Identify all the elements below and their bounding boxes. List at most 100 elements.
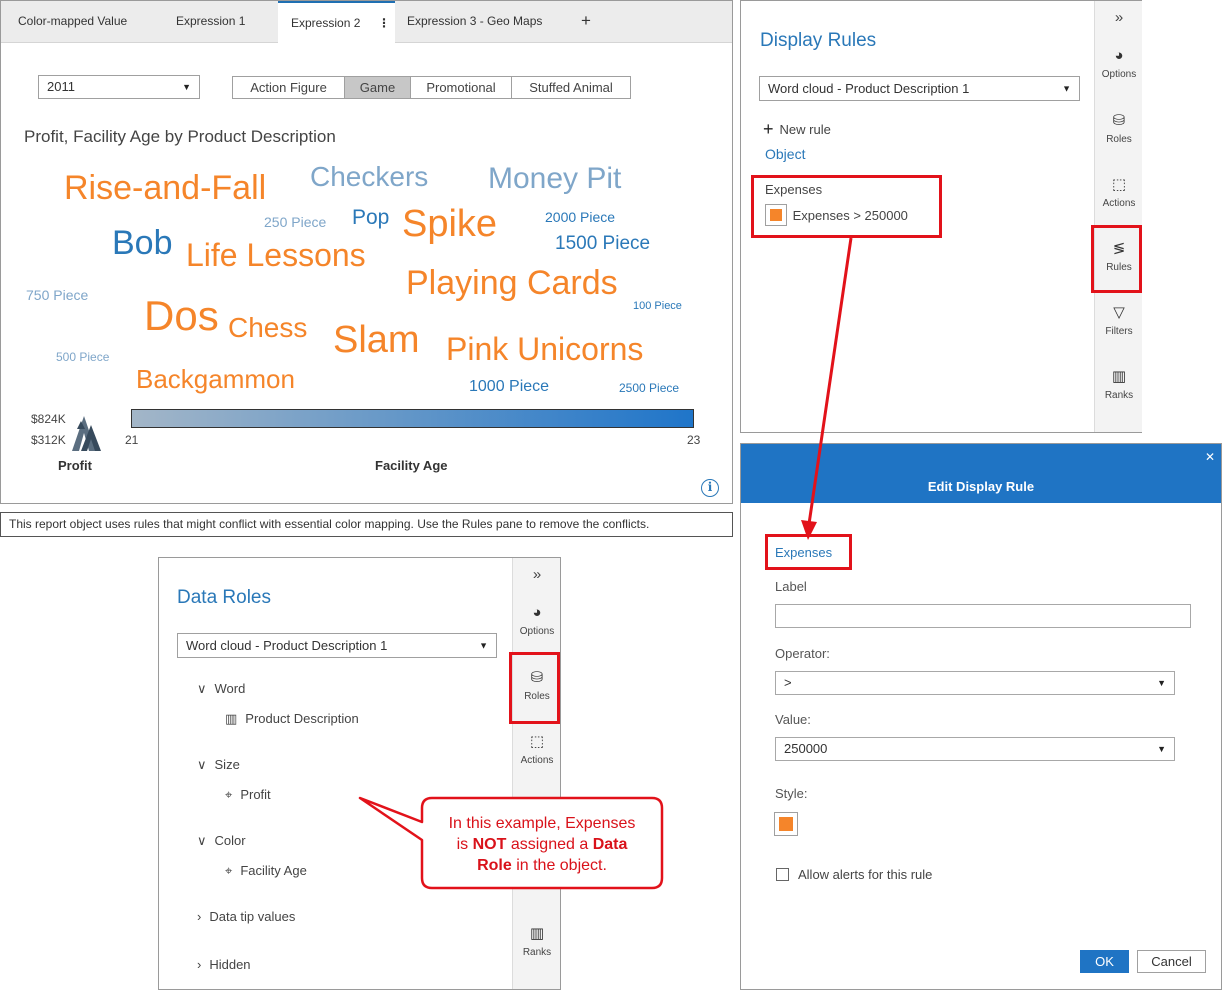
role-group-size[interactable]: ∨ Size xyxy=(197,757,240,773)
word-cloud-item[interactable]: 250 Piece xyxy=(264,215,326,229)
cursor-icon: ⬚ xyxy=(1111,176,1127,193)
sidebar-item-ranks[interactable]: ▥ Ranks xyxy=(513,924,561,958)
word-cloud-item[interactable]: Rise-and-Fall xyxy=(64,171,266,205)
measure-icon: ⌖ xyxy=(225,787,233,802)
sidebar-item-filters[interactable]: ▽ Filters xyxy=(1095,303,1143,337)
tab-label: Expression 2 xyxy=(291,16,361,30)
word-cloud-item[interactable]: 100 Piece xyxy=(633,301,682,312)
sidebar-item-label: Filters xyxy=(1105,326,1133,337)
info-icon[interactable]: i xyxy=(701,479,719,497)
role-group-color[interactable]: ∨ Color xyxy=(197,833,246,849)
tab-expression-3-geo-maps[interactable]: Expression 3 - Geo Maps xyxy=(407,1,542,43)
word-cloud-item[interactable]: 500 Piece xyxy=(56,351,109,363)
cancel-button[interactable]: Cancel xyxy=(1137,950,1206,973)
allow-alerts-checkbox[interactable] xyxy=(776,868,789,881)
role-item-label: Product Description xyxy=(245,711,359,726)
object-select[interactable]: Word cloud - Product Description 1 ▼ xyxy=(759,76,1080,101)
word-cloud-item[interactable]: Pink Unicorns xyxy=(446,333,643,365)
sidebar-item-label: Ranks xyxy=(1104,390,1134,401)
sidebar-item-actions[interactable]: ⬚ Actions xyxy=(1095,175,1143,209)
sidebar-item-options[interactable]: ◕ Options xyxy=(1095,47,1143,80)
chevron-down-icon: ∨ xyxy=(197,757,207,772)
style-label: Style: xyxy=(775,786,808,801)
word-cloud-item[interactable]: Backgammon xyxy=(136,366,295,392)
sidebar-item-label: Actions xyxy=(520,755,554,766)
word-cloud-item[interactable]: Pop xyxy=(352,207,389,228)
word-cloud-item[interactable]: Checkers xyxy=(310,163,428,191)
plus-icon: + xyxy=(763,119,774,139)
word-cloud-item[interactable]: 1000 Piece xyxy=(469,379,549,395)
callout-line: is NOT assigned a Data xyxy=(422,834,662,855)
role-group-data-tip-values[interactable]: › Data tip values xyxy=(197,909,295,924)
sidebar-item-actions[interactable]: ⬚ Actions xyxy=(513,732,561,766)
sidebar-item-ranks[interactable]: ▥ Ranks xyxy=(1095,367,1143,401)
collapse-icon[interactable]: » xyxy=(513,566,561,583)
sidebar-item-options[interactable]: ◕ Options xyxy=(513,604,561,637)
role-item-facility-age[interactable]: ⌖ Facility Age xyxy=(225,863,307,879)
color-legend-label: Facility Age xyxy=(375,458,448,473)
value-select[interactable]: 250000 ▼ xyxy=(775,737,1175,761)
tab-menu-icon[interactable]: ⋮ xyxy=(378,3,390,43)
object-link[interactable]: Object xyxy=(765,146,805,162)
cancel-label: Cancel xyxy=(1151,954,1192,969)
chevron-down-icon: ∨ xyxy=(197,833,207,848)
chevron-down-icon: ∨ xyxy=(197,681,207,696)
object-select[interactable]: Word cloud - Product Description 1 ▼ xyxy=(177,633,497,658)
sidebar-item-label: Options xyxy=(519,626,555,637)
role-group-hidden[interactable]: › Hidden xyxy=(197,957,251,972)
callout-line: In this example, Expenses xyxy=(448,815,636,832)
label-field[interactable] xyxy=(775,604,1191,628)
role-item-profit[interactable]: ⌖ Profit xyxy=(225,787,271,803)
role-group-label: Data tip values xyxy=(209,909,296,924)
word-cloud-item[interactable]: 1500 Piece xyxy=(555,234,650,253)
callout-line: Role in the object. xyxy=(422,855,662,876)
callout-fragment: assigned a xyxy=(506,836,593,853)
close-icon[interactable]: ✕ xyxy=(1205,450,1215,464)
color-legend-max: 23 xyxy=(687,433,701,447)
ok-button[interactable]: OK xyxy=(1080,950,1129,973)
word-cloud-item[interactable]: Spike xyxy=(402,205,497,243)
word-cloud-item[interactable]: Money Pit xyxy=(488,164,621,194)
role-group-word[interactable]: ∨ Word xyxy=(197,681,245,697)
chevron-down-icon: ▼ xyxy=(182,82,191,92)
tab-expression-2[interactable]: Expression 2 ⋮ xyxy=(278,1,395,44)
connector-arrow xyxy=(801,237,853,540)
rule-highlight-box xyxy=(751,175,942,238)
tab-color-mapped-value[interactable]: Color-mapped Value xyxy=(18,1,127,43)
word-cloud-item[interactable]: Slam xyxy=(333,321,420,359)
ranks-icon: ▥ xyxy=(1111,368,1127,385)
ok-label: OK xyxy=(1095,954,1114,969)
word-cloud-item[interactable]: 2000 Piece xyxy=(545,210,615,224)
tab-expression-1[interactable]: Expression 1 xyxy=(176,1,245,43)
button-game[interactable]: Game xyxy=(345,77,411,98)
sidebar-item-label: Roles xyxy=(1106,134,1132,145)
chevron-right-icon: › xyxy=(197,957,202,972)
word-cloud-item[interactable]: 750 Piece xyxy=(26,288,88,302)
style-swatch-button[interactable] xyxy=(774,812,798,836)
button-action-figure[interactable]: Action Figure xyxy=(233,77,345,98)
database-icon: ⛁ xyxy=(1112,112,1126,129)
operator-select[interactable]: > ▼ xyxy=(775,671,1175,695)
warning-message: This report object uses rules that might… xyxy=(0,512,733,537)
size-legend-label: Profit xyxy=(58,458,92,473)
word-cloud-item[interactable]: Bob xyxy=(112,226,173,260)
word-cloud-item[interactable]: Playing Cards xyxy=(406,266,618,300)
word-cloud-item[interactable]: 2500 Piece xyxy=(619,382,679,394)
ranks-icon: ▥ xyxy=(529,925,545,942)
palette-icon: ◕ xyxy=(1114,47,1124,64)
word-cloud-item[interactable]: Chess xyxy=(228,314,307,342)
collapse-icon[interactable]: » xyxy=(1095,9,1143,26)
role-group-label: Size xyxy=(214,757,240,772)
panel-title: Display Rules xyxy=(760,30,877,51)
add-tab-button[interactable]: + xyxy=(581,1,591,43)
year-select[interactable]: 2011 ▼ xyxy=(38,75,200,99)
new-rule-button[interactable]: + New rule xyxy=(763,119,831,140)
callout-bold: NOT xyxy=(472,836,507,853)
button-stuffed-animal[interactable]: Stuffed Animal xyxy=(512,77,630,98)
role-item-product-description[interactable]: ▥ Product Description xyxy=(225,711,359,727)
button-promotional[interactable]: Promotional xyxy=(411,77,512,98)
word-cloud-item[interactable]: Dos xyxy=(144,295,219,337)
word-cloud-item[interactable]: Life Lessons xyxy=(186,239,366,271)
sidebar-item-roles[interactable]: ⛁ Roles xyxy=(1095,111,1143,145)
panel-title: Data Roles xyxy=(177,587,271,608)
